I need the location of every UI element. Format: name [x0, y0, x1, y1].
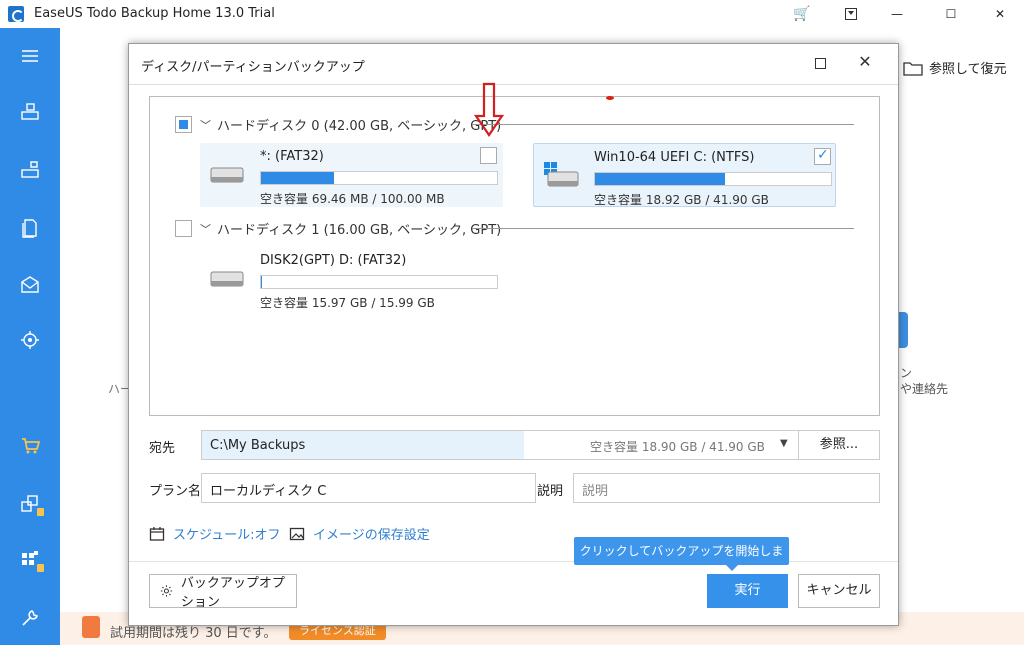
drive-icon — [210, 271, 244, 287]
usage-bar — [260, 171, 498, 185]
destination-label: 宛先 — [149, 441, 176, 456]
partition-free-space: 空き容量 15.97 GB / 15.99 GB — [260, 296, 435, 310]
close-button[interactable]: ✕ — [976, 0, 1024, 28]
smart-backup-icon[interactable] — [0, 320, 60, 360]
menu-icon[interactable] — [0, 36, 60, 76]
windows-drive-icon — [544, 162, 579, 187]
folder-icon — [903, 61, 923, 76]
disk-0-checkbox[interactable] — [175, 116, 192, 133]
partition-name: *: (FAT32) — [260, 149, 324, 164]
image-settings-link[interactable]: イメージの保存設定 — [289, 524, 430, 543]
usage-bar — [594, 172, 832, 186]
red-arrow-annotation-icon — [474, 82, 504, 137]
disk-0-header: ﹀ ハードディスク 0 (42.00 GB, ベーシック, GPT) — [175, 115, 501, 134]
usage-bar-fill — [595, 173, 725, 185]
disk-1-header: ﹀ ハードディスク 1 (16.00 GB, ベーシック, GPT) — [175, 219, 501, 238]
partition-name: Win10-64 UEFI C: (NTFS) — [594, 150, 755, 165]
chevron-down-icon[interactable]: ﹀ — [200, 117, 211, 133]
description-input[interactable]: 説明 — [573, 473, 880, 503]
clone-icon[interactable] — [0, 484, 60, 524]
disk-list-panel: ﹀ ハードディスク 0 (42.00 GB, ベーシック, GPT) *: (F… — [149, 96, 880, 416]
divider — [129, 84, 898, 85]
partition-free-space: 空き容量 18.92 GB / 41.90 GB — [594, 193, 769, 207]
easeus-logo-icon — [8, 6, 24, 22]
usage-bar-fill — [261, 276, 262, 288]
dialog-maximize-button[interactable] — [815, 58, 826, 69]
divider — [472, 228, 854, 229]
partition-checkbox[interactable] — [480, 147, 497, 164]
run-tooltip: クリックしてバックアップを開始します。 — [574, 537, 789, 586]
gear-icon — [160, 585, 173, 597]
browse-restore-label: 参照して復元 — [929, 62, 1007, 77]
minimize-button[interactable]: — — [874, 0, 920, 28]
partition-backup-icon[interactable] — [0, 150, 60, 190]
divider — [472, 124, 854, 125]
plan-name-input[interactable]: ローカルディスク C — [201, 473, 536, 503]
browse-button[interactable]: 参照... — [798, 430, 880, 460]
drive-icon — [210, 167, 244, 183]
dialog-title: ディスク/パーティションバックアップ — [141, 60, 365, 75]
disk-backup-icon[interactable] — [0, 92, 60, 132]
calendar-icon — [149, 526, 165, 541]
lock-icon — [37, 508, 44, 516]
destination-select[interactable]: C:\My Backups 空き容量 18.90 GB / 41.90 GB ▼ — [201, 430, 799, 460]
backup-options-label: バックアップオプション — [180, 576, 285, 610]
app-title: EaseUS Todo Backup Home 13.0 Trial — [34, 6, 275, 21]
red-dot-annotation — [606, 96, 614, 100]
destination-free-space: 空き容量 18.90 GB / 41.90 GB — [590, 440, 765, 454]
file-backup-icon[interactable] — [0, 208, 60, 248]
partition-free-space: 空き容量 69.46 MB / 100.00 MB — [260, 192, 445, 206]
system-transfer-icon[interactable] — [0, 540, 60, 580]
background-text-right-2: や連絡先 — [900, 382, 949, 396]
dropdown-arrow-icon[interactable]: ▼ — [780, 438, 788, 449]
cancel-button[interactable]: キャンセル — [798, 574, 880, 608]
schedule-link-label: スケジュール:オフ — [173, 528, 281, 543]
partition-checkbox[interactable] — [814, 147, 831, 165]
usage-bar-fill — [261, 172, 335, 184]
dialog-close-button[interactable]: ✕ — [855, 52, 875, 72]
plan-name-label: プラン名 — [149, 484, 202, 499]
run-button[interactable]: 実行 — [707, 574, 788, 608]
disk-1-label: ハードディスク 1 (16.00 GB, ベーシック, GPT) — [217, 223, 502, 238]
chevron-down-icon[interactable]: ﹀ — [200, 221, 211, 237]
menu-dropdown-button[interactable] — [828, 0, 874, 28]
backup-options-button[interactable]: バックアップオプション — [149, 574, 297, 610]
app-titlebar: EaseUS Todo Backup Home 13.0 Trial 🛒 — ☐… — [0, 0, 1024, 28]
browse-restore-button[interactable]: 参照して復元 — [903, 58, 1007, 77]
description-label: 説明 — [537, 484, 564, 499]
dropdown-box-icon — [845, 8, 857, 20]
usage-bar — [260, 275, 498, 289]
destination-path: C:\My Backups — [202, 431, 524, 459]
disk-1-checkbox[interactable] — [175, 220, 192, 237]
image-settings-link-label: イメージの保存設定 — [313, 528, 430, 543]
tools-icon[interactable] — [0, 598, 60, 638]
image-icon — [289, 527, 305, 540]
background-text-right-1: ン — [900, 366, 913, 380]
mail-backup-icon[interactable] — [0, 264, 60, 304]
backup-dialog: ディスク/パーティションバックアップ ✕ ﹀ ハードディスク 0 (42.00 … — [128, 43, 899, 626]
maximize-button[interactable]: ☐ — [928, 0, 974, 28]
cart-icon[interactable]: 🛒 — [780, 0, 824, 28]
partition-name: DISK2(GPT) D: (FAT32) — [260, 253, 407, 268]
sidebar — [0, 28, 60, 645]
schedule-link[interactable]: スケジュール:オフ — [149, 524, 280, 543]
partition-card-disk0-p2[interactable]: Win10-64 UEFI C: (NTFS) 空き容量 18.92 GB / … — [533, 143, 836, 207]
cart-icon[interactable] — [0, 426, 60, 466]
partition-card-disk1-p1[interactable]: DISK2(GPT) D: (FAT32) 空き容量 15.97 GB / 15… — [200, 247, 503, 311]
disk-0-label: ハードディスク 0 (42.00 GB, ベーシック, GPT) — [217, 119, 502, 134]
lock-icon — [37, 564, 44, 572]
partition-card-disk0-p1[interactable]: *: (FAT32) 空き容量 69.46 MB / 100.00 MB — [200, 143, 503, 207]
gift-icon — [82, 616, 100, 638]
